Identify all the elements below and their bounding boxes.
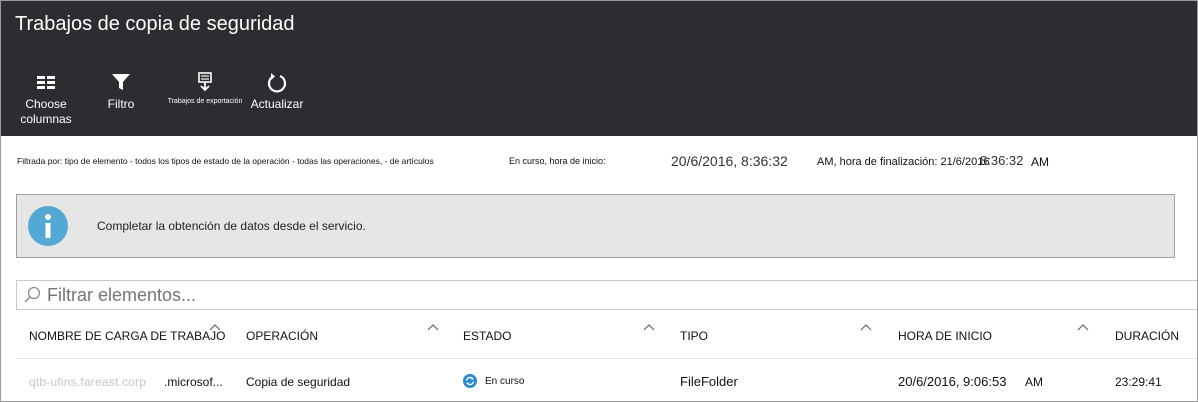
cell-workload-name-prefix: qtb-ufins.fareast.corp bbox=[29, 375, 147, 389]
filter-end-suffix: AM bbox=[1031, 155, 1049, 169]
sync-icon bbox=[463, 374, 477, 388]
sort-chevron-icon[interactable] bbox=[427, 323, 439, 331]
filter-end-label: AM, hora de finalización: 21/6/2016 bbox=[817, 156, 990, 168]
choose-columns-label: Choose columnas bbox=[20, 97, 72, 126]
cell-start-time-suffix: AM bbox=[1025, 375, 1043, 389]
info-icon bbox=[28, 206, 68, 246]
sort-chevron-icon[interactable] bbox=[860, 323, 872, 331]
filter-summary-status: En curso, hora de inicio: bbox=[509, 156, 606, 166]
blade-header: Trabajos de copia de seguridad Choose co… bbox=[1, 1, 1197, 136]
export-jobs-button[interactable]: Trabajos de exportación bbox=[161, 71, 249, 106]
search-box[interactable] bbox=[16, 280, 1197, 310]
column-header-workload-name[interactable]: NOMBRE DE CARGA DE TRABAJO bbox=[29, 329, 225, 343]
search-icon bbox=[24, 286, 41, 303]
column-header-operation[interactable]: OPERACIÓN bbox=[246, 329, 318, 343]
column-header-type[interactable]: TIPO bbox=[680, 329, 708, 343]
refresh-icon bbox=[267, 73, 287, 93]
column-header-start-time[interactable]: HORA DE INICIO bbox=[898, 329, 992, 343]
cell-type: FileFolder bbox=[680, 374, 738, 389]
column-header-status[interactable]: ESTADO bbox=[463, 329, 511, 343]
backup-jobs-blade: Trabajos de copia de seguridad Choose co… bbox=[0, 0, 1198, 402]
filter-start-time: 20/6/2016, 8:36:32 bbox=[671, 153, 788, 169]
search-input[interactable] bbox=[47, 284, 1147, 306]
choose-columns-button[interactable]: Choose columnas bbox=[17, 71, 75, 127]
page-title: Trabajos de copia de seguridad bbox=[15, 13, 295, 35]
column-header-duration[interactable]: DURACIÓN bbox=[1115, 329, 1179, 343]
export-jobs-label: Trabajos de exportación bbox=[167, 98, 243, 105]
cell-workload-name: .microsof... bbox=[164, 375, 223, 389]
export-icon bbox=[198, 72, 212, 92]
sort-chevron-icon[interactable] bbox=[209, 323, 221, 331]
cell-duration: 23:29:41 bbox=[1115, 375, 1162, 389]
info-banner: Completar la obtención de datos desde el… bbox=[16, 194, 1175, 258]
refresh-button[interactable]: Actualizar bbox=[247, 71, 307, 112]
sort-chevron-icon[interactable] bbox=[1077, 323, 1089, 331]
filter-summary: Filtrada por: tipo de elemento - todos l… bbox=[17, 153, 1187, 175]
cell-operation: Copia de seguridad bbox=[246, 375, 351, 389]
filter-button[interactable]: Filtro bbox=[97, 71, 145, 112]
columns-icon bbox=[37, 76, 55, 89]
cell-start-time: 20/6/2016, 9:06:53 bbox=[898, 374, 1007, 389]
filter-label: Filtro bbox=[107, 97, 135, 111]
info-message: Completar la obtención de datos desde el… bbox=[97, 219, 366, 233]
sort-chevron-icon[interactable] bbox=[643, 323, 655, 331]
filter-summary-text: Filtrada por: tipo de elemento - todos l… bbox=[17, 156, 434, 166]
table-header-divider bbox=[16, 358, 1197, 359]
filter-icon bbox=[112, 74, 130, 90]
cell-status: En curso bbox=[485, 376, 525, 387]
filter-end-time: 8:36:32 bbox=[980, 153, 1024, 168]
refresh-label: Actualizar bbox=[250, 97, 304, 111]
